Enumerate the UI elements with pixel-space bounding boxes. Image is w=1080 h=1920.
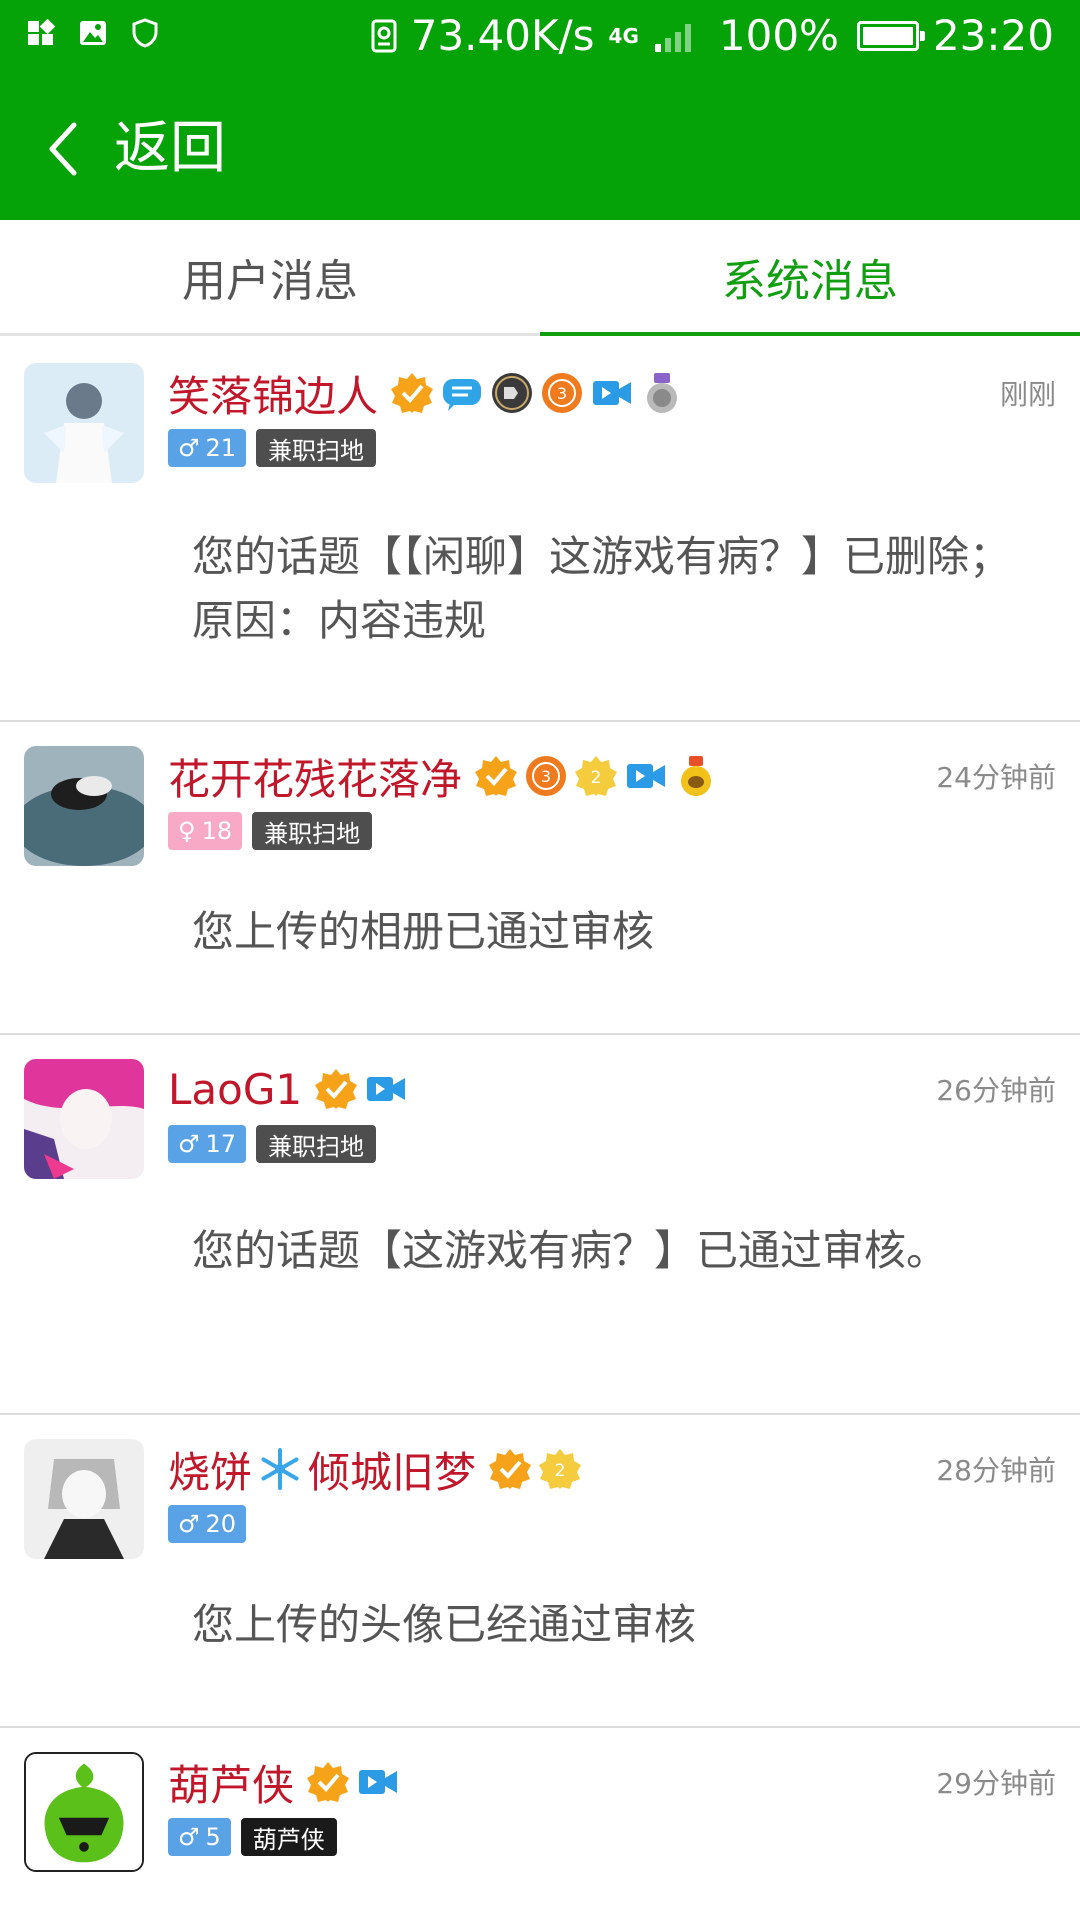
list-item[interactable]: 花开花残花落净 3 2 24分钟前 ♀ 18 兼职扫地 您上传的相册已通过审核 [0, 722, 1080, 1035]
medal-icon [647, 373, 678, 413]
level: 5 [205, 1823, 221, 1851]
username[interactable]: 葫芦侠 [168, 1752, 294, 1813]
message-text: 您的话题【这游戏有病？】已通过审核。 [192, 1226, 949, 1275]
male-icon: ♂ [178, 434, 200, 462]
tags-row: ♂ 17 兼职扫地 [168, 1125, 377, 1163]
level-2-badge-icon: 2 [575, 756, 618, 796]
signal-icon [654, 24, 691, 52]
video-icon [367, 1077, 406, 1101]
role-badge: 葫芦侠 [240, 1818, 337, 1856]
male-icon: ♂ [178, 1510, 200, 1538]
role-badge: 兼职扫地 [252, 812, 373, 850]
tags-row: ♂ 20 [168, 1505, 247, 1543]
list-item[interactable]: 烧饼 倾城旧梦 2 28分钟前 ♂ 20 您上传的头像已经通过审核 [0, 1415, 1080, 1728]
message-list: 笑落锦边人 3 刚刚 ♂ 21 兼职扫地 您的话题【【闲聊】这游戏有病？】已删除；… [0, 339, 1080, 1920]
timestamp: 刚刚 [999, 378, 1056, 411]
avatar[interactable] [24, 363, 144, 483]
list-item[interactable]: 笑落锦边人 3 刚刚 ♂ 21 兼职扫地 您的话题【【闲聊】这游戏有病？】已删除；… [0, 339, 1080, 722]
tags-row: ♂ 21 兼职扫地 [168, 429, 377, 467]
app-notification-icon [28, 18, 56, 45]
list-item[interactable]: 葫芦侠 29分钟前 ♂ 5 葫芦侠 [0, 1728, 1080, 1920]
timestamp: 24分钟前 [936, 761, 1056, 794]
timestamp: 29分钟前 [936, 1767, 1056, 1800]
team-badge-icon [492, 373, 533, 413]
gallery-icon [80, 21, 106, 45]
name-row: 花开花残花落净 3 2 [168, 748, 718, 804]
name-row: LaoG1 [168, 1061, 408, 1117]
verified-icon [475, 756, 518, 796]
svg-text:3: 3 [557, 384, 567, 403]
level-3-badge-icon: 3 [542, 373, 583, 413]
clock: 23:20 [932, 11, 1054, 60]
avatar[interactable] [24, 1752, 144, 1872]
status-bar: 73.40K/s 4G 100% 23:20 [0, 0, 1080, 75]
message-text: 您的话题【【闲聊】这游戏有病？】已删除；原因：内容违规 [192, 532, 1012, 645]
tags-row: ♀ 18 兼职扫地 [168, 812, 373, 850]
message-tabs: 用户消息 系统消息 [0, 220, 1080, 336]
gender-level-badge: ♂ 20 [168, 1505, 247, 1543]
battery-percent: 100% [718, 11, 839, 60]
status-icons-right: 73.40K/s 4G 100% 23:20 [371, 8, 1054, 64]
level: 20 [205, 1510, 237, 1538]
hotspot-icon [371, 19, 397, 53]
video-icon [593, 381, 632, 405]
level-3-badge-icon: 3 [526, 756, 567, 796]
tags-row: ♂ 5 葫芦侠 [168, 1818, 337, 1856]
list-item[interactable]: LaoG1 26分钟前 ♂ 17 兼职扫地 您的话题【这游戏有病？】已通过审核。 [0, 1035, 1080, 1415]
network-speed: 73.40K/s [410, 11, 595, 60]
username-part-1[interactable]: 烧饼 [168, 1439, 252, 1500]
video-icon [627, 764, 666, 788]
title-bar: 返回 [0, 75, 1080, 220]
timestamp: 28分钟前 [936, 1454, 1056, 1487]
svg-text:2: 2 [555, 1461, 566, 1481]
gold-medal-icon [681, 756, 712, 796]
shield-icon [132, 18, 158, 48]
chat-badge-icon [443, 379, 482, 411]
level: 18 [201, 817, 233, 845]
back-button[interactable]: 返回 [114, 115, 226, 183]
role-badge: 兼职扫地 [256, 1125, 377, 1163]
username[interactable]: 花开花残花落净 [168, 746, 462, 807]
battery-icon [856, 21, 925, 51]
message-text: 您上传的相册已通过审核 [192, 907, 655, 956]
message-text: 您上传的头像已经通过审核 [192, 1600, 697, 1649]
tab-user-messages[interactable]: 用户消息 [0, 220, 540, 333]
name-row: 葫芦侠 [168, 1754, 400, 1810]
gender-level-badge: ♂ 5 [168, 1818, 231, 1856]
level: 17 [205, 1130, 237, 1158]
avatar[interactable] [24, 746, 144, 866]
video-icon [359, 1770, 398, 1794]
back-arrow-icon[interactable] [44, 119, 84, 179]
level-2-badge-icon: 2 [539, 1449, 582, 1489]
gender-level-badge: ♀ 18 [168, 812, 243, 850]
female-icon: ♀ [178, 817, 196, 845]
svg-text:3: 3 [541, 767, 551, 786]
username-part-2[interactable]: 倾城旧梦 [308, 1439, 476, 1500]
network-type: 4G [608, 24, 639, 48]
username[interactable]: LaoG1 [168, 1065, 302, 1114]
verified-icon [315, 1069, 358, 1109]
gender-level-badge: ♂ 21 [168, 429, 247, 467]
level: 21 [205, 434, 237, 462]
verified-icon [391, 373, 434, 413]
verified-icon [489, 1449, 532, 1489]
avatar[interactable] [24, 1439, 144, 1559]
snowflake-icon [261, 1448, 299, 1490]
status-icons-left [26, 18, 160, 48]
name-row: 笑落锦边人 3 [168, 365, 684, 421]
tab-system-messages[interactable]: 系统消息 [540, 220, 1080, 336]
male-icon: ♂ [178, 1130, 200, 1158]
timestamp: 26分钟前 [936, 1074, 1056, 1107]
username[interactable]: 笑落锦边人 [168, 363, 378, 424]
verified-icon [307, 1762, 350, 1802]
male-icon: ♂ [178, 1823, 200, 1851]
role-badge: 兼职扫地 [256, 429, 377, 467]
avatar[interactable] [24, 1059, 144, 1179]
gender-level-badge: ♂ 17 [168, 1125, 247, 1163]
name-row: 烧饼 倾城旧梦 2 [168, 1441, 582, 1497]
svg-text:2: 2 [591, 768, 602, 788]
